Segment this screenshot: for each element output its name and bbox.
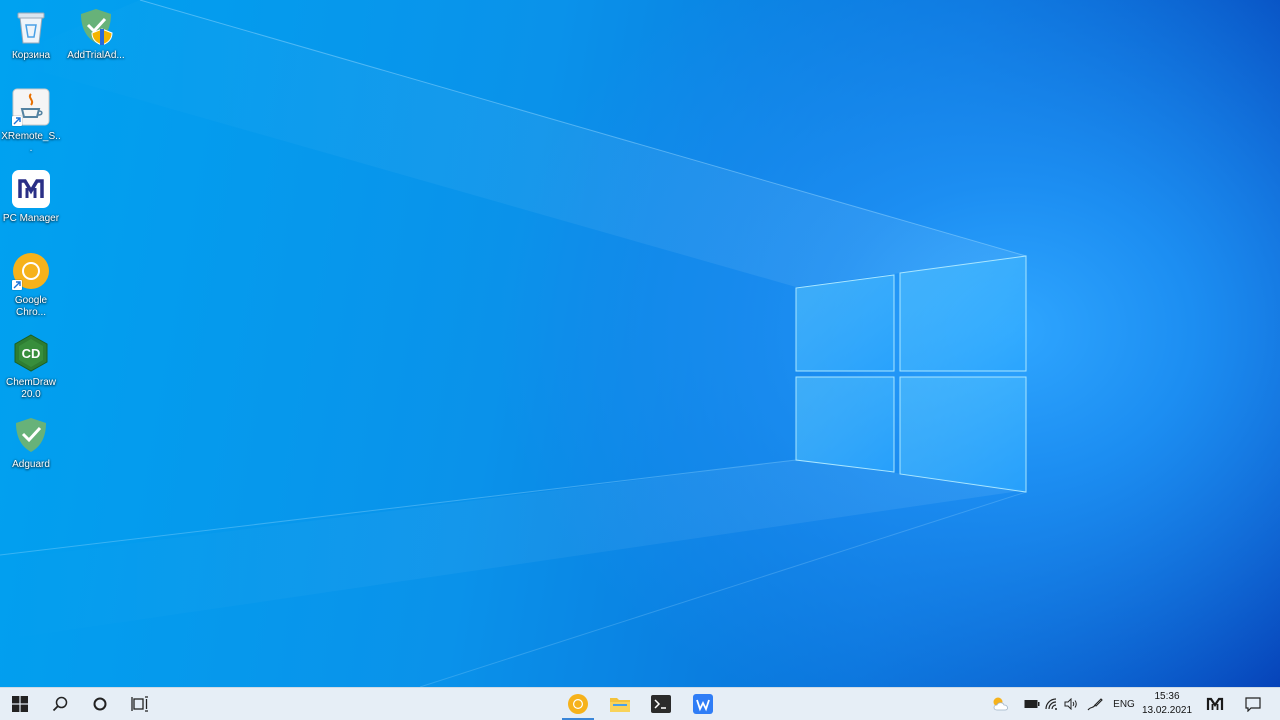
windows-start-icon (12, 696, 28, 712)
desktop-icon-addtrialad[interactable]: AddTrialAd... (65, 6, 127, 62)
action-center-button[interactable] (1234, 688, 1272, 720)
java-icon (11, 87, 51, 127)
tray-pen[interactable] (1085, 688, 1105, 720)
svg-text:CD: CD (22, 346, 41, 361)
file-explorer-icon (610, 698, 630, 712)
search-button[interactable] (40, 688, 80, 720)
desktop-icon-label: XRemote_S... (1, 131, 61, 154)
shortcut-arrow-icon (12, 280, 22, 290)
terminal-icon (651, 695, 671, 713)
pen-ink-icon (1087, 698, 1103, 711)
notification-icon (1245, 696, 1261, 712)
battery-icon (1024, 700, 1040, 708)
desktop-icon-recycle-bin[interactable]: Корзина (0, 6, 62, 62)
search-icon (52, 696, 68, 712)
desktop-icon-label: ChemDraw 20.0 (5, 377, 56, 400)
desktop-wallpaper (0, 0, 1280, 687)
desktop-icon-label: Корзина (11, 50, 51, 61)
tray-language[interactable]: ENG (1110, 688, 1138, 720)
taskbar-chrome[interactable] (558, 688, 598, 720)
desktop-icon-xremote[interactable]: XRemote_S... (0, 87, 62, 155)
taskbar-terminal[interactable] (641, 688, 681, 720)
taskbar: ENG 15:36 13.02.2021 (0, 687, 1280, 720)
start-button[interactable] (0, 688, 40, 720)
chrome-icon (568, 694, 588, 714)
cortana-icon (93, 697, 107, 711)
desktop-icon-chemdraw[interactable]: CD ChemDraw 20.0 (0, 333, 62, 401)
wifi-icon (1045, 698, 1057, 710)
task-view-icon (131, 696, 148, 712)
desktop-icon-label: Adguard (12, 459, 50, 470)
adguard-shield-icon (76, 6, 116, 46)
language-indicator: ENG (1113, 698, 1135, 710)
tray-wifi[interactable] (1043, 688, 1061, 720)
pc-manager-icon (11, 169, 51, 209)
cortana-button[interactable] (80, 688, 120, 720)
desktop-icon-adguard[interactable]: Adguard (0, 415, 62, 471)
recycle-bin-icon (11, 6, 51, 46)
desktop-icon-label: AddTrialAd... (67, 50, 125, 61)
desktop-icon-label: Google Chro... (14, 295, 48, 318)
tray-battery[interactable] (1022, 688, 1042, 720)
tray-weather[interactable] (988, 688, 1014, 720)
taskbar-pc-manager[interactable] (1196, 688, 1234, 720)
windows-logo-light-beams (0, 0, 1027, 687)
desktop-icon-pc-manager[interactable]: PC Manager (0, 169, 62, 225)
weather-partly-sunny-icon (993, 697, 1008, 711)
desktop-icon-label: PC Manager (2, 213, 60, 224)
task-view-button[interactable] (120, 688, 160, 720)
chrome-icon (11, 251, 51, 291)
tray-clock[interactable]: 15:36 13.02.2021 (1140, 690, 1194, 718)
desktop-icon-google-chrome[interactable]: Google Chro... (0, 251, 62, 319)
tray-volume[interactable] (1062, 688, 1080, 720)
clock-time: 15:36 (1154, 691, 1180, 702)
pc-manager-icon (1206, 697, 1224, 710)
wps-writer-icon (693, 694, 713, 714)
chemdraw-icon: CD (11, 333, 51, 373)
clock-date: 13.02.2021 (1141, 705, 1193, 716)
shortcut-arrow-icon (12, 116, 22, 126)
volume-icon (1064, 698, 1077, 710)
taskbar-wps-writer[interactable] (683, 688, 723, 720)
taskbar-file-explorer[interactable] (600, 688, 640, 720)
adguard-icon (11, 415, 51, 455)
